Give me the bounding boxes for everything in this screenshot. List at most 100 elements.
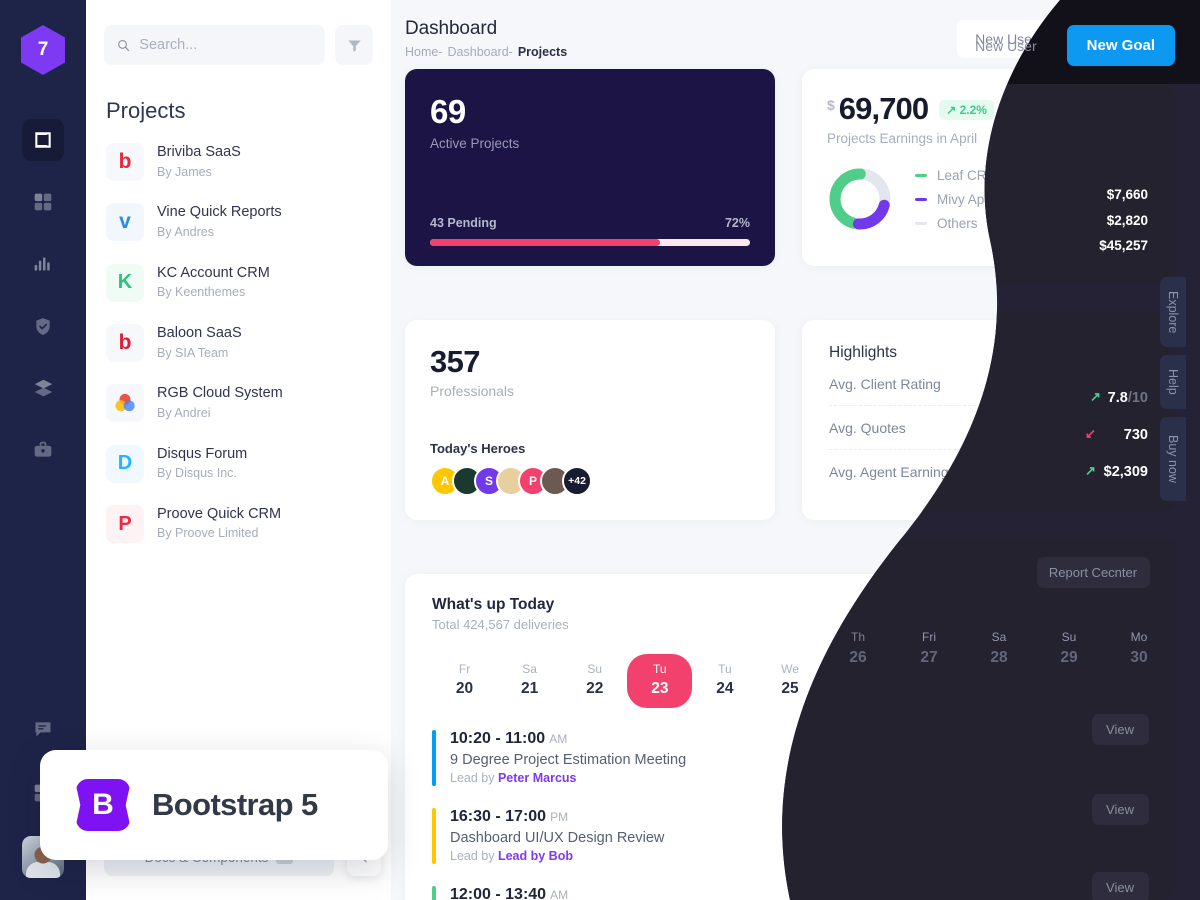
- side-tab-buy-now[interactable]: Buy now: [1160, 417, 1186, 502]
- rail-item-chart-bars-icon[interactable]: [22, 243, 64, 285]
- day-name: Fr: [458, 662, 471, 676]
- earnings-card: $ 69,700 ↗ 2.2% Projects Earnings in Apr…: [802, 69, 1172, 266]
- day-name: Tu: [653, 662, 667, 676]
- earnings-amount-row: $ 69,700 ↗ 2.2%: [827, 91, 1147, 127]
- heroes-label: Today's Heroes: [430, 441, 526, 456]
- projects-list: b Briviba SaaS By James v Vine Quick Rep…: [86, 132, 391, 554]
- rail-item-cube-icon[interactable]: [22, 119, 64, 161]
- rail-nav: [22, 119, 64, 471]
- project-logo-icon: b: [106, 143, 144, 182]
- day-number: 22: [586, 680, 604, 697]
- project-item-2[interactable]: K KC Account CRM By Keenthemes: [104, 253, 373, 313]
- legend-row-0: Leaf CRM $7,660: [915, 168, 1147, 183]
- calendar-day-0[interactable]: Fr 20: [432, 654, 497, 708]
- new-user-button-overlay[interactable]: New User: [957, 27, 1054, 65]
- calendar-day-1[interactable]: Sa 21: [497, 654, 562, 708]
- calendar-day-8[interactable]: Sa 28: [953, 654, 1018, 708]
- rail-item-shield-check-icon[interactable]: [22, 305, 64, 347]
- calendar-day-6[interactable]: Th 26: [823, 654, 888, 708]
- event-item-0: 10:20 - 11:00 AM 9 Degree Project Estimat…: [432, 730, 1148, 786]
- event-item-2: 12:00 - 13:40AM Marketing Campaign Discu…: [432, 886, 1148, 900]
- highlight-value: 730: [1120, 420, 1145, 436]
- rail-item-chat-icon[interactable]: [22, 708, 64, 750]
- calendar-day-2[interactable]: Su 22: [562, 654, 627, 708]
- day-name: Th: [848, 662, 863, 676]
- calendar-day-5[interactable]: We 25: [757, 654, 822, 708]
- progress-labels: 43 Pending 72%: [430, 216, 750, 230]
- project-mark: P: [118, 512, 132, 535]
- project-mark: K: [117, 271, 133, 294]
- app-logo[interactable]: 7: [21, 25, 65, 75]
- project-logo-icon: P: [106, 505, 144, 544]
- legend-value: $45,257: [1098, 215, 1147, 231]
- filter-button[interactable]: [335, 25, 373, 65]
- event-color-bar: [432, 730, 436, 786]
- project-item-5[interactable]: D Disqus Forum By Disqus Inc.: [104, 434, 373, 494]
- project-item-3[interactable]: b Baloon SaaS By SIA Team: [104, 313, 373, 373]
- report-center-button[interactable]: Report Cecnter: [1026, 596, 1148, 630]
- project-item-1[interactable]: v Vine Quick Reports By Andres: [104, 192, 373, 252]
- rail-item-briefcase-icon[interactable]: [22, 429, 64, 471]
- event-view-button[interactable]: View: [1086, 742, 1148, 774]
- project-item-4[interactable]: RGB Cloud System By Andrei: [104, 373, 373, 433]
- calendar-day-4[interactable]: Tu 24: [692, 654, 757, 708]
- earnings-body: Leaf CRM $7,660 Mivy App $2,820 Others $…: [827, 166, 1147, 232]
- event-time: 16:30 - 17:00 PM: [450, 808, 569, 825]
- legend-value: $7,660: [1105, 167, 1147, 183]
- rail-item-grid-icon[interactable]: [22, 181, 64, 223]
- whats-up-title: What's up Today: [432, 596, 555, 613]
- earnings-legend: Leaf CRM $7,660 Mivy App $2,820 Others $…: [915, 168, 1147, 231]
- calendar-day-9[interactable]: Su 29: [1018, 654, 1083, 708]
- legend-dash-icon: [915, 197, 927, 201]
- project-name: RGB Cloud System: [157, 385, 283, 402]
- day-number: 27: [911, 680, 929, 697]
- breadcrumb-item-1[interactable]: Dashboard-: [448, 45, 513, 59]
- project-owner: By Disqus Inc.: [157, 466, 237, 481]
- active-projects-label: Active Projects: [430, 136, 520, 151]
- calendar-day-3-selected[interactable]: Tu 23: [627, 654, 693, 708]
- event-view-button[interactable]: View: [1086, 820, 1148, 852]
- filter-icon: [347, 40, 361, 52]
- calendar-day-7[interactable]: Fri 27: [888, 654, 953, 708]
- calendar-day-10[interactable]: Mo 30: [1083, 654, 1148, 708]
- breadcrumb-item-0[interactable]: Home-: [405, 45, 443, 59]
- bootstrap-promo-text: Bootstrap 5: [152, 787, 318, 822]
- search-row: [86, 0, 391, 65]
- whats-up-today-card: What's up Today Total 424,567 deliveries…: [405, 574, 1175, 900]
- project-logo-icon: b: [106, 324, 144, 363]
- event-lead-name[interactable]: Peter Marcus: [498, 771, 577, 785]
- search-input[interactable]: [139, 37, 312, 53]
- avatar-more[interactable]: +42: [562, 466, 592, 496]
- bootstrap-logo-letter: B: [92, 788, 114, 821]
- legend-row-1: Mivy App $2,820: [915, 192, 1147, 207]
- highlight-value: $2,309: [1100, 464, 1145, 480]
- day-number: 28: [976, 680, 994, 697]
- header-actions-overlay: New User New Goal: [957, 25, 1175, 66]
- day-name: Tu: [718, 662, 732, 676]
- layers-icon: [34, 379, 52, 396]
- legend-value: $2,820: [1105, 191, 1147, 207]
- new-goal-button-overlay[interactable]: New Goal: [1066, 25, 1175, 66]
- panel-title: Projects: [106, 98, 186, 123]
- event-time: 10:20 - 11:00 AM: [450, 730, 568, 747]
- day-name: Sa: [977, 662, 993, 676]
- whats-up-header: What's up Today Total 424,567 deliveries…: [432, 596, 1148, 632]
- project-mark: b: [118, 331, 132, 355]
- currency-symbol: $: [827, 97, 835, 113]
- project-name: Vine Quick Reports: [157, 204, 282, 221]
- event-name: Dashboard UI/UX Design Review: [450, 830, 665, 846]
- event-lead-name[interactable]: Lead by Bob: [498, 849, 573, 863]
- earnings-subtitle: Projects Earnings in April: [827, 131, 978, 146]
- highlight-row-2: Avg. Agent Earnings ↗ $2,309: [829, 450, 1145, 493]
- side-tab-help[interactable]: Help: [1160, 355, 1186, 410]
- briefcase-icon: [34, 441, 52, 457]
- shield-check-icon: [36, 317, 50, 335]
- search-box[interactable]: [104, 25, 325, 65]
- project-item-0[interactable]: b Briviba SaaS By James: [104, 132, 373, 192]
- project-item-6[interactable]: P Proove Quick CRM By Proove Limited: [104, 494, 373, 554]
- rail-item-layers-icon[interactable]: [22, 367, 64, 409]
- side-tabs: Explore Help Buy now: [1160, 277, 1200, 509]
- project-logo-icon: v: [106, 203, 144, 242]
- event-color-bar: [432, 808, 436, 864]
- side-tab-explore[interactable]: Explore: [1160, 277, 1186, 348]
